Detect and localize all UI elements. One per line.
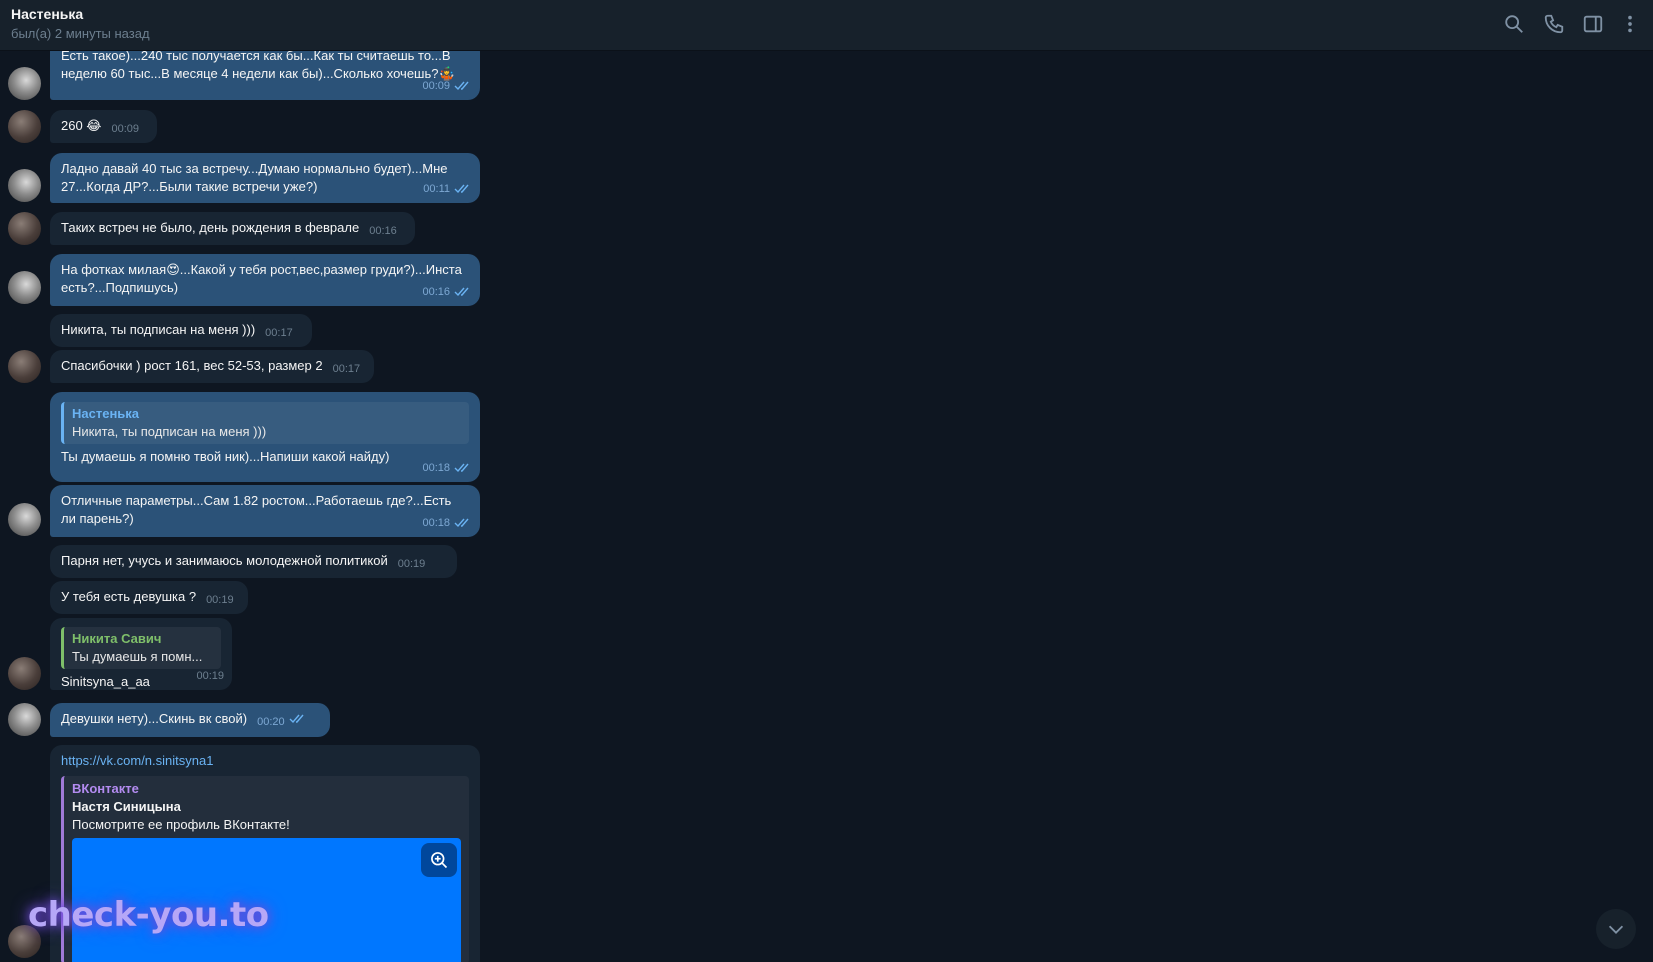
- preview-title: Настя Синицына: [72, 799, 181, 814]
- message-text: Никита, ты подписан на меня ))) 00:17: [61, 321, 301, 342]
- message-time: 00:19: [397, 558, 426, 570]
- message-text: У тебя есть девушка ? 00:19: [61, 588, 237, 609]
- search-icon[interactable]: [1503, 13, 1525, 35]
- message-incoming[interactable]: Никита Савич Ты думаешь я помн... Sinits…: [50, 618, 232, 690]
- message-meta: 00:16: [422, 283, 472, 301]
- message-text-content: Таких встреч не было, день рождения в фе…: [61, 220, 360, 235]
- message-text-content: Девушки нету)...Скинь вк свой): [61, 711, 248, 726]
- read-ticks-icon: [454, 518, 472, 528]
- message-text: Ты думаешь я помню твой ник)...Напиши ка…: [61, 449, 390, 464]
- reply-text: Ты думаешь я помн...: [72, 649, 203, 664]
- message-text-content: У тебя есть девушка ?: [61, 589, 197, 604]
- avatar[interactable]: [8, 503, 41, 536]
- message-time: 00:20: [257, 716, 285, 728]
- scroll-down-button[interactable]: [1596, 909, 1636, 949]
- avatar[interactable]: [8, 657, 41, 690]
- message-text-content: 260 😂: [61, 118, 102, 133]
- message-time: 00:09: [422, 80, 450, 92]
- read-ticks-icon: [289, 714, 307, 724]
- message-text: На фотках милая😍...Какой у тебя рост,вес…: [61, 262, 462, 295]
- avatar[interactable]: [8, 350, 41, 383]
- message-incoming[interactable]: Спасибочки ) рост 161, вес 52-53, размер…: [50, 350, 374, 383]
- message-text: Есть такое)...240 тыс получается как бы.…: [61, 50, 455, 81]
- more-vertical-icon[interactable]: [1619, 13, 1641, 35]
- message-meta: 00:11: [423, 180, 472, 198]
- message-time: 00:09: [111, 123, 140, 135]
- message-text-content: Спасибочки ) рост 161, вес 52-53, размер…: [61, 358, 323, 373]
- message-outgoing[interactable]: Есть такое)...240 тыс получается как бы.…: [50, 50, 480, 100]
- message-text: 260 😂 00:09: [61, 117, 146, 138]
- message-text: Девушки нету)...Скинь вк свой) 00:20: [61, 710, 319, 731]
- reply-text: Никита, ты подписан на меня ))): [72, 424, 267, 439]
- message-incoming[interactable]: Никита, ты подписан на меня ))) 00:17: [50, 314, 312, 347]
- message-text: Таких встреч не было, день рождения в фе…: [61, 219, 404, 240]
- message-time: 00:17: [265, 327, 293, 339]
- message-meta: 00:18: [422, 459, 472, 477]
- message-list[interactable]: Есть такое)...240 тыс получается как бы.…: [0, 50, 1653, 962]
- message-time: 00:16: [422, 286, 450, 298]
- message-outgoing[interactable]: Настенька Никита, ты подписан на меня ))…: [50, 392, 480, 482]
- message-text-content: Парня нет, учусь и занимаюсь молодежной …: [61, 553, 388, 568]
- message-text: Ладно давай 40 тыс за встречу...Думаю но…: [61, 161, 448, 194]
- message-outgoing[interactable]: Девушки нету)...Скинь вк свой) 00:20: [50, 703, 330, 737]
- message-text: Отличные параметры...Сам 1.82 ростом...Р…: [61, 493, 452, 526]
- message-incoming[interactable]: 260 😂 00:09: [50, 110, 157, 143]
- avatar[interactable]: [8, 703, 41, 736]
- message-meta: 00:18: [422, 514, 472, 532]
- reply-quote[interactable]: Никита Савич Ты думаешь я помн...: [61, 627, 221, 669]
- message-meta: 00:09: [422, 77, 472, 95]
- message-time: 00:19: [206, 594, 234, 606]
- message-time: 00:17: [332, 363, 361, 375]
- message-outgoing[interactable]: Ладно давай 40 тыс за встречу...Думаю но…: [50, 153, 480, 203]
- avatar[interactable]: [8, 212, 41, 245]
- read-ticks-icon: [454, 287, 472, 297]
- avatar[interactable]: [8, 67, 41, 100]
- message-time: 00:18: [422, 517, 450, 529]
- preview-site-name: ВКонтакте: [72, 781, 139, 796]
- zoom-in-icon[interactable]: [421, 843, 457, 877]
- reply-quote[interactable]: Настенька Никита, ты подписан на меня ))…: [61, 402, 469, 444]
- avatar[interactable]: [8, 271, 41, 304]
- message-time: 00:16: [369, 225, 397, 237]
- read-ticks-icon: [454, 184, 472, 194]
- message-text: Парня нет, учусь и занимаюсь молодежной …: [61, 552, 446, 573]
- contact-name[interactable]: Настенька: [11, 6, 83, 22]
- avatar[interactable]: [8, 169, 41, 202]
- message-incoming[interactable]: Парня нет, учусь и занимаюсь молодежной …: [50, 545, 457, 578]
- chat-header: Настенька был(а) 2 минуты назад: [0, 0, 1653, 51]
- reply-author: Настенька: [72, 406, 140, 421]
- message-text: Спасибочки ) рост 161, вес 52-53, размер…: [61, 357, 363, 378]
- sidebar-toggle-icon[interactable]: [1582, 13, 1604, 35]
- reply-author: Никита Савич: [72, 631, 162, 646]
- phone-icon[interactable]: [1543, 13, 1565, 35]
- read-ticks-icon: [454, 81, 472, 91]
- chevron-down-icon: [1608, 925, 1624, 934]
- message-time: 00:11: [423, 183, 450, 195]
- message-time: 00:18: [422, 462, 450, 474]
- message-outgoing[interactable]: Отличные параметры...Сам 1.82 ростом...Р…: [50, 485, 480, 537]
- avatar[interactable]: [8, 110, 41, 143]
- preview-description: Посмотрите ее профиль ВКонтакте!: [72, 817, 290, 832]
- message-link[interactable]: https://vk.com/n.sinitsyna1: [61, 752, 469, 770]
- message-time: 00:19: [196, 670, 224, 682]
- message-incoming[interactable]: У тебя есть девушка ? 00:19: [50, 581, 248, 614]
- watermark-text: check-you.to: [28, 895, 269, 935]
- message-text-content: Никита, ты подписан на меня ))): [61, 322, 256, 337]
- message-outgoing[interactable]: На фотках милая😍...Какой у тебя рост,вес…: [50, 254, 480, 306]
- contact-status: был(а) 2 минуты назад: [11, 26, 150, 41]
- message-meta: 00:19: [196, 667, 224, 685]
- message-incoming[interactable]: Таких встреч не было, день рождения в фе…: [50, 212, 415, 245]
- read-ticks-icon: [454, 463, 472, 473]
